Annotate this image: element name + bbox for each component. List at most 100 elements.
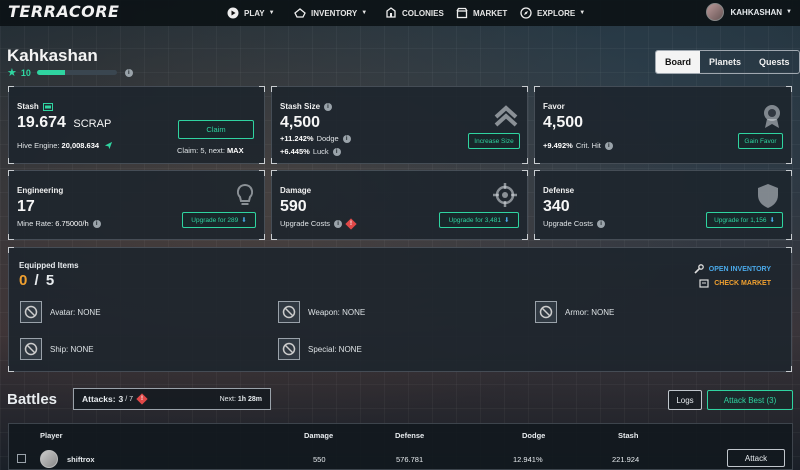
equipped-count-current: 0 — [19, 272, 28, 289]
empty-slot-icon — [278, 301, 300, 323]
level-row: ★ 10 i — [7, 66, 133, 79]
mine-rate-label: Mine Rate: — [17, 219, 54, 228]
play-icon — [227, 7, 239, 19]
engineering-value: 17 — [17, 198, 35, 215]
row-damage: 550 — [313, 455, 326, 464]
luck-bonus-label: Luck — [312, 147, 329, 156]
xp-progress-fill — [36, 70, 65, 75]
nav-colonies[interactable]: COLONIES — [385, 0, 444, 26]
upgrade-engineering-button[interactable]: Upgrade for 289 ⬇ — [182, 212, 256, 228]
hive-engine-row: Hive Engine: 20,008.634 — [17, 141, 113, 150]
nav-play[interactable]: PLAY ▼ — [227, 0, 275, 26]
defense-costs-label: Upgrade Costs — [543, 219, 594, 228]
upgrade-engineering-label: Upgrade for 289 — [191, 216, 239, 224]
top-navigation-bar: TERRACORE PLAY ▼ INVENTORY ▼ COLONIES MA… — [0, 0, 800, 26]
logs-button[interactable]: Logs — [668, 390, 702, 410]
shield-icon — [757, 183, 779, 214]
empty-slot-icon — [20, 301, 42, 323]
stash-size-title-label: Stash Size — [280, 102, 321, 111]
info-icon[interactable]: i — [597, 219, 606, 228]
slot-armor[interactable]: Armor: NONE — [535, 301, 614, 323]
open-inventory-link[interactable]: OPEN INVENTORY — [694, 264, 771, 274]
market-icon — [699, 278, 709, 288]
row-checkbox[interactable] — [17, 454, 26, 463]
nav-explore[interactable]: EXPLORE ▼ — [520, 0, 585, 26]
tab-quests[interactable]: Quests — [750, 51, 799, 73]
xp-progress-bar — [36, 70, 117, 75]
slot-avatar[interactable]: Avatar: NONE — [20, 301, 101, 323]
attacks-max: / 7 — [125, 395, 134, 403]
column-header-damage: Damage — [304, 431, 334, 440]
attacks-label: Attacks: — [82, 394, 116, 404]
claim-next: MAX — [226, 146, 244, 155]
upgrade-damage-button[interactable]: Upgrade for 3,481 ⬇ — [439, 212, 519, 228]
next-label: Next: — [219, 395, 236, 403]
gain-favor-button[interactable]: Gain Favor — [738, 133, 783, 149]
check-market-link[interactable]: CHECK MARKET — [699, 278, 771, 288]
info-icon[interactable]: i — [604, 141, 613, 150]
favor-title: Favor — [543, 102, 565, 111]
avatar — [706, 3, 725, 21]
slot-ship[interactable]: Ship: NONE — [20, 338, 94, 360]
next-attack-timer: Next: 1h 28m — [220, 396, 262, 403]
tab-planets[interactable]: Planets — [700, 51, 750, 73]
column-header-player: Player — [40, 431, 63, 440]
check-market-label: CHECK MARKET — [714, 279, 771, 287]
compass-icon — [520, 7, 532, 19]
chevron-down-icon: ▼ — [361, 10, 368, 16]
username: KAHKASHAN — [730, 7, 783, 17]
star-icon: ★ — [7, 67, 17, 79]
warning-icon: ! — [136, 393, 148, 405]
next-value: 1h 28m — [237, 395, 262, 403]
token-icon: ⬇ — [769, 217, 775, 224]
stash-title: Stash — [17, 102, 53, 111]
info-icon[interactable]: i — [124, 68, 133, 77]
increase-size-button[interactable]: Increase Size — [468, 133, 520, 149]
page-title: Kahkashan — [7, 46, 98, 65]
slot-special[interactable]: Special: NONE — [278, 338, 362, 360]
stash-value-row: 19.674 SCRAP — [17, 114, 111, 132]
attack-best-button[interactable]: Attack Best (3) — [707, 390, 793, 410]
hive-engine-value: 20,008.634 — [61, 141, 100, 150]
terracore-logo[interactable]: TERRACORE — [8, 2, 119, 21]
column-header-defense: Defense — [395, 431, 425, 440]
damage-title: Damage — [280, 186, 312, 195]
nav-inventory[interactable]: INVENTORY ▼ — [294, 0, 367, 26]
slot-armor-label: Armor: NONE — [565, 307, 615, 317]
info-icon[interactable]: i — [334, 219, 343, 228]
user-menu[interactable]: KAHKASHAN ▼ — [706, 3, 792, 21]
row-stash: 221.924 — [612, 455, 640, 464]
row-dodge: 12.941% — [513, 455, 543, 464]
slot-ship-label: Ship: NONE — [50, 344, 94, 354]
slot-weapon[interactable]: Weapon: NONE — [278, 301, 365, 323]
view-tabs: Board Planets Quests — [655, 50, 800, 74]
column-header-dodge: Dodge — [522, 431, 546, 440]
engineering-title: Engineering — [17, 186, 64, 195]
claim-status: Claim: 5, next: MAX — [177, 146, 244, 155]
colonies-icon — [385, 7, 397, 19]
open-inventory-label: OPEN INVENTORY — [708, 265, 771, 273]
chevron-down-icon: ▼ — [786, 9, 792, 15]
crit-bonus-label: Crit. Hit — [575, 141, 601, 150]
award-badge-icon — [761, 103, 783, 134]
row-player[interactable]: shiftrox — [67, 455, 95, 464]
info-icon[interactable]: i — [324, 102, 333, 111]
slot-weapon-label: Weapon: NONE — [308, 307, 366, 317]
info-icon[interactable]: i — [332, 147, 341, 156]
stash-size-value: 4,500 — [280, 114, 321, 131]
empty-slot-icon — [535, 301, 557, 323]
upgrade-damage-label: Upgrade for 3,481 — [448, 216, 501, 224]
nav-market[interactable]: MARKET — [456, 0, 507, 26]
send-icon[interactable] — [104, 141, 113, 150]
battles-title: Battles — [7, 391, 58, 408]
attacks-status: Attacks: 3 / 7 ! Next: 1h 28m — [73, 388, 271, 410]
info-icon[interactable]: i — [92, 219, 101, 228]
tab-board[interactable]: Board — [656, 51, 701, 73]
lightbulb-icon — [235, 183, 255, 214]
nav-inventory-label: INVENTORY — [311, 8, 358, 18]
attack-button[interactable]: Attack — [727, 449, 785, 467]
upgrade-defense-button[interactable]: Upgrade for 1,156 ⬇ — [706, 212, 783, 228]
claim-button[interactable]: Claim — [178, 120, 254, 139]
info-icon[interactable]: i — [342, 134, 351, 143]
chevron-down-icon: ▼ — [268, 10, 275, 16]
